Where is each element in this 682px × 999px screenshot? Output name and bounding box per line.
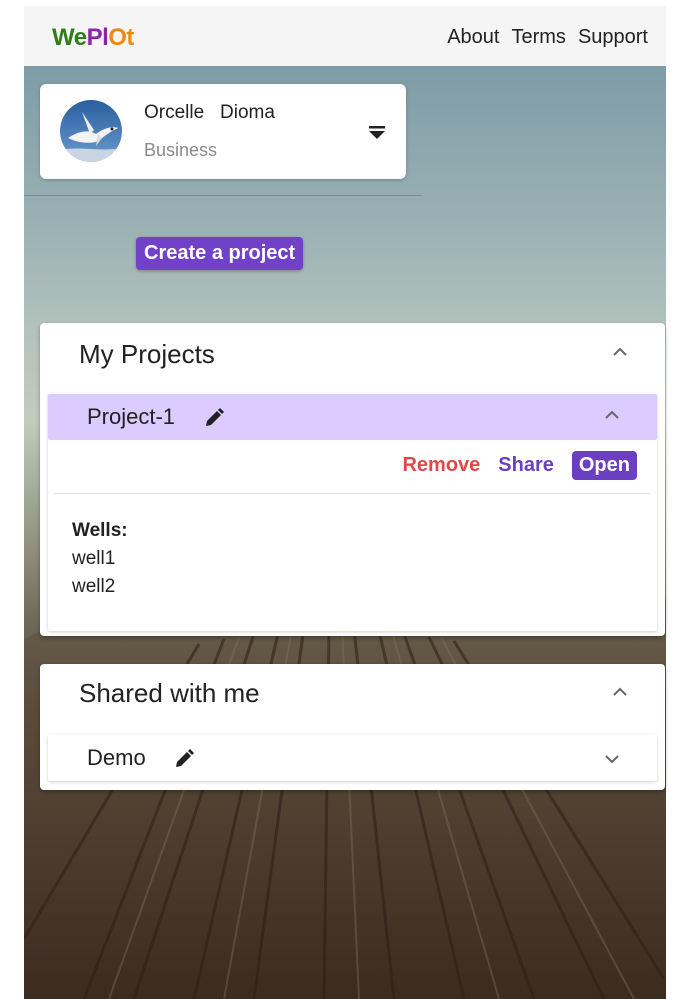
divider — [24, 195, 422, 196]
my-projects-title: My Projects — [79, 339, 215, 369]
nav-about-link[interactable]: About — [447, 26, 499, 49]
shared-project-expand-icon[interactable] — [601, 748, 623, 770]
project-header[interactable]: Project-1 — [48, 394, 657, 440]
open-button[interactable]: Open — [571, 451, 637, 480]
actions-divider — [54, 493, 650, 494]
shared-project-name: Demo — [87, 745, 146, 770]
user-name: Orcelle Dioma — [144, 102, 275, 123]
create-project-button[interactable]: Create a project — [136, 237, 304, 270]
project-name: Project-1 — [87, 404, 176, 429]
avatar — [60, 100, 122, 162]
nav-support-link[interactable]: Support — [578, 26, 648, 49]
top-nav: About Terms Support — [447, 26, 648, 49]
nav-terms-link[interactable]: Terms — [511, 26, 565, 49]
shared-project-header[interactable]: Demo — [48, 735, 657, 781]
edit-pencil-icon[interactable] — [203, 407, 225, 429]
my-projects-panel: My Projects Project-1 Remove Share Open … — [40, 323, 665, 636]
top-app-bar: WePlOt About Terms Support — [24, 6, 666, 66]
app-logo[interactable]: WePlOt — [52, 24, 134, 52]
edit-pencil-icon[interactable] — [173, 748, 195, 770]
project-actions: Remove Share Open — [402, 451, 637, 480]
user-plan: Business — [144, 140, 218, 160]
bird-avatar-icon — [60, 100, 122, 162]
remove-button[interactable]: Remove — [402, 454, 480, 477]
well-item: well2 — [72, 576, 116, 597]
profile-menu-icon[interactable] — [366, 122, 388, 144]
my-projects-collapse-icon[interactable] — [609, 341, 631, 363]
logo-part-1: We — [52, 24, 87, 51]
user-profile-card[interactable]: Orcelle Dioma Business — [40, 84, 406, 179]
logo-part-2: Pl — [86, 24, 109, 51]
share-button[interactable]: Share — [498, 454, 554, 477]
project-collapse-icon[interactable] — [601, 404, 623, 426]
well-item: well1 — [72, 548, 116, 569]
wells-label: Wells: — [72, 520, 128, 541]
wells-list: Wells: well1 well2 — [72, 517, 128, 601]
logo-part-3: Ot — [108, 24, 134, 51]
shared-panel: Shared with me Demo — [40, 664, 665, 790]
shared-collapse-icon[interactable] — [609, 681, 631, 703]
shared-title: Shared with me — [79, 678, 260, 708]
